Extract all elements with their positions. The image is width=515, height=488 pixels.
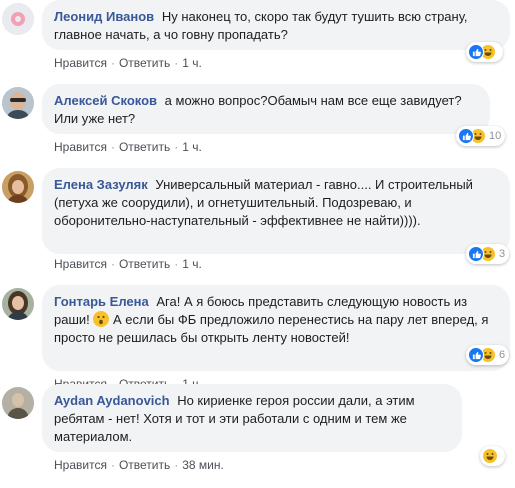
comment-text-continued: А если бы ФБ предложило перенестись на п… [54, 312, 489, 345]
avatar[interactable] [2, 288, 34, 320]
reaction-count: 6 [499, 349, 506, 361]
reaction-summary[interactable] [480, 446, 505, 466]
comment-bubble: Леонид Иванов Ну наконец то, скоро так б… [42, 0, 510, 50]
comment-actions: Нравится · Ответить · 38 мин. [54, 458, 224, 472]
reaction-summary[interactable]: 10 [456, 126, 506, 146]
reply-link[interactable]: Ответить [119, 56, 170, 70]
comment-bubble: Алексей Скоков а можно вопрос?Обамыч нам… [42, 84, 490, 134]
avatar[interactable] [2, 3, 34, 35]
avatar[interactable] [2, 87, 34, 119]
like-link[interactable]: Нравится [54, 56, 107, 70]
haha-reaction-icon [482, 448, 498, 464]
like-reaction-icon [468, 347, 484, 363]
comment-timestamp[interactable]: 1 ч. [182, 140, 202, 154]
avatar-photo-icon [2, 288, 34, 320]
avatar-photo-icon [2, 171, 34, 203]
comment-timestamp[interactable]: 38 мин. [182, 458, 224, 472]
avatar-placeholder-icon [2, 3, 34, 35]
avatar-photo-icon [2, 87, 34, 119]
like-link[interactable]: Нравится [54, 140, 107, 154]
comment-actions: Нравится·Ответить·1 ч. [54, 140, 202, 154]
comment-bubble: Гонтарь Елена Ага! А я боюсь представить… [42, 285, 510, 371]
reply-link[interactable]: Ответить [119, 140, 170, 154]
reply-link[interactable]: Ответить [119, 458, 170, 472]
reaction-summary[interactable]: 6 [466, 345, 510, 365]
surprised-emoji-icon [93, 311, 110, 327]
like-reaction-icon [468, 246, 484, 262]
like-link[interactable]: Нравится [54, 257, 107, 271]
reaction-count: 3 [499, 248, 506, 260]
reply-link[interactable]: Ответить [119, 257, 170, 271]
avatar-photo-icon [2, 387, 34, 419]
like-link[interactable]: Нравится [54, 458, 107, 472]
reaction-count: 10 [489, 130, 502, 142]
like-reaction-icon [458, 128, 474, 144]
avatar[interactable] [2, 171, 34, 203]
comment-actions: Нравится·Ответить·1 ч. [54, 257, 202, 271]
like-reaction-icon [468, 44, 484, 60]
comment-author[interactable]: Елена Зазуляк [54, 177, 148, 192]
comment-author[interactable]: Алексей Скоков [54, 93, 157, 108]
comment-timestamp[interactable]: 1 ч. [182, 257, 202, 271]
comment-author[interactable]: Aydan Aydanovich [54, 393, 170, 408]
comment-author[interactable]: Леонид Иванов [54, 9, 154, 24]
comment-bubble: Aydan Aydanovich Но кириенке героя росси… [42, 384, 462, 452]
comment-bubble: Елена Зазуляк Универсальный материал - г… [42, 168, 510, 254]
avatar[interactable] [2, 387, 34, 419]
comment-actions: Нравится·Ответить·1 ч. [54, 56, 202, 70]
comment-author[interactable]: Гонтарь Елена [54, 294, 149, 309]
reaction-summary[interactable]: 3 [466, 244, 510, 264]
comment-timestamp[interactable]: 1 ч. [182, 56, 202, 70]
reaction-summary[interactable] [466, 42, 503, 62]
